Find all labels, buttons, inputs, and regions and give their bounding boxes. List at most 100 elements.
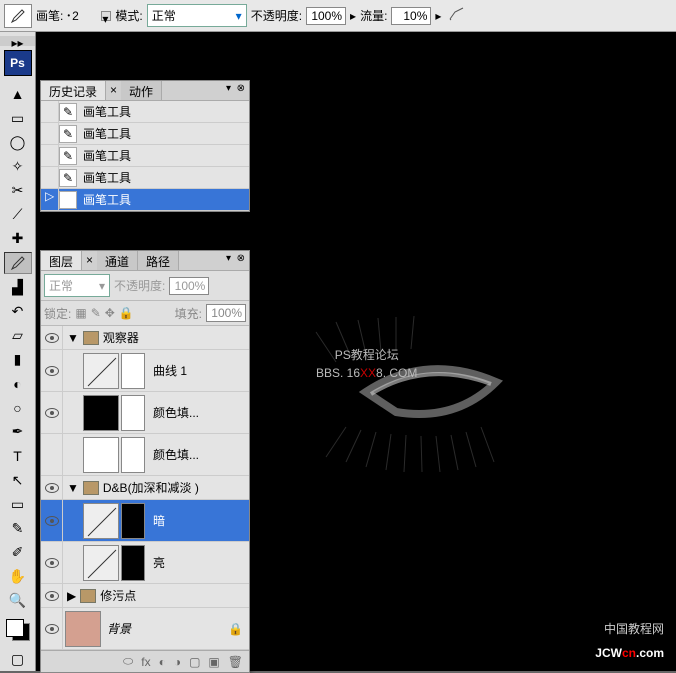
lock-pixels-icon[interactable]: ✎ — [91, 306, 101, 320]
layer-thumbnail[interactable] — [65, 611, 101, 647]
panel-close-icon[interactable]: ⊗ — [237, 83, 245, 94]
group-expand-icon[interactable]: ▼ — [67, 331, 79, 345]
tab-layers[interactable]: 图层 — [41, 251, 82, 270]
layer-mask[interactable] — [121, 353, 145, 389]
airbrush-icon[interactable] — [449, 7, 467, 24]
wand-tool[interactable]: ✧ — [4, 155, 32, 177]
lock-transparent-icon[interactable]: ▦ — [75, 306, 86, 320]
group-expand-icon[interactable]: ▶ — [67, 589, 76, 603]
opacity-input[interactable]: 100% — [306, 7, 346, 25]
delete-icon[interactable]: 🗑 — [228, 655, 243, 669]
layer-group[interactable]: ▼ D&B(加深和减淡 ) — [41, 476, 249, 500]
visibility-toggle[interactable] — [41, 500, 63, 541]
quickmask-tool[interactable]: ▢ — [4, 648, 32, 670]
marquee-tool[interactable]: ▭ — [4, 107, 32, 129]
shape-tool[interactable]: ▭ — [4, 493, 32, 515]
tab-paths[interactable]: 路径 — [138, 251, 179, 270]
layer-row[interactable]: 背景 🔒 — [41, 608, 249, 650]
heal-tool[interactable]: ✚ — [4, 228, 32, 250]
history-item[interactable]: ✎画笔工具 — [41, 101, 249, 123]
layer-row[interactable]: 亮 — [41, 542, 249, 584]
lasso-tool[interactable]: ◯ — [4, 131, 32, 153]
tab-close-x[interactable]: × — [106, 81, 121, 100]
flow-input[interactable]: 10% — [391, 7, 431, 25]
visibility-toggle[interactable] — [41, 608, 63, 649]
color-swatch[interactable] — [6, 619, 30, 641]
layer-mask[interactable] — [121, 437, 145, 473]
visibility-toggle[interactable] — [41, 392, 63, 433]
brush-size-preview[interactable]: • 2 — [67, 9, 97, 23]
layer-mask[interactable] — [121, 395, 145, 431]
panel-close-icon[interactable]: ⊗ — [237, 253, 245, 264]
layer-row[interactable]: 暗 — [41, 500, 249, 542]
blend-mode-select[interactable]: 正常 ▾ — [147, 4, 247, 27]
flow-arrow-icon[interactable]: ▸ — [435, 9, 441, 23]
visibility-toggle[interactable] — [41, 434, 63, 475]
lock-position-icon[interactable]: ✥ — [105, 306, 115, 320]
crop-tool[interactable]: ✂ — [4, 179, 32, 201]
adjustment-icon[interactable]: ◑ — [174, 655, 181, 669]
stamp-tool[interactable]: ▟ — [4, 276, 32, 298]
tab-history[interactable]: 历史记录 — [41, 81, 106, 100]
brush-label: 画笔: — [36, 7, 63, 24]
history-brush-tool[interactable]: ↶ — [4, 300, 32, 322]
group-icon[interactable]: ▢ — [189, 655, 200, 669]
move-tool[interactable]: ▲ — [4, 83, 32, 105]
tab-close-x[interactable]: × — [82, 251, 97, 270]
layer-row[interactable]: 颜色填... — [41, 392, 249, 434]
layer-thumbnail[interactable] — [83, 437, 119, 473]
panel-menu-icon[interactable]: ▾ — [226, 83, 231, 94]
zoom-tool[interactable]: 🔍 — [4, 590, 32, 612]
fx-icon[interactable]: fx — [141, 655, 150, 669]
tools-collapse-icon[interactable]: ▸▸ — [0, 36, 35, 46]
mode-label: 模式: — [115, 7, 142, 24]
visibility-toggle[interactable] — [41, 542, 63, 583]
layer-thumbnail[interactable] — [83, 395, 119, 431]
layer-row[interactable]: 曲线 1 — [41, 350, 249, 392]
layer-row[interactable]: 颜色填... — [41, 434, 249, 476]
history-item[interactable]: ▷✎画笔工具 — [41, 189, 249, 211]
visibility-toggle[interactable] — [41, 476, 63, 499]
layer-blend-select[interactable]: 正常▾ — [44, 274, 110, 297]
history-item[interactable]: ✎画笔工具 — [41, 123, 249, 145]
pen-tool[interactable]: ✒ — [4, 421, 32, 443]
mask-icon[interactable]: ◐ — [159, 655, 166, 669]
link-layers-icon[interactable]: ⬭ — [123, 654, 133, 669]
eraser-tool[interactable]: ▱ — [4, 324, 32, 346]
history-item[interactable]: ✎画笔工具 — [41, 145, 249, 167]
path-tool[interactable]: ↖ — [4, 469, 32, 491]
fill-input[interactable]: 100% — [206, 304, 246, 322]
panel-menu-icon[interactable]: ▾ — [226, 253, 231, 264]
layer-thumbnail[interactable] — [83, 545, 119, 581]
history-item[interactable]: ✎画笔工具 — [41, 167, 249, 189]
layer-name: 背景 — [107, 620, 131, 637]
brush-tool-icon[interactable] — [4, 4, 32, 28]
visibility-toggle[interactable] — [41, 584, 63, 607]
visibility-toggle[interactable] — [41, 350, 63, 391]
layer-mask[interactable] — [121, 503, 145, 539]
lock-all-icon[interactable]: 🔒 — [119, 306, 134, 320]
gradient-tool[interactable]: ▮ — [4, 349, 32, 371]
visibility-toggle[interactable] — [41, 326, 63, 349]
layer-thumbnail[interactable] — [83, 353, 119, 389]
hand-tool[interactable]: ✋ — [4, 566, 32, 588]
group-expand-icon[interactable]: ▼ — [67, 481, 79, 495]
brush-tool[interactable] — [4, 252, 32, 274]
dodge-tool[interactable]: ○ — [4, 397, 32, 419]
notes-tool[interactable]: ✎ — [4, 517, 32, 539]
foreground-color[interactable] — [6, 619, 24, 637]
layer-opacity-input[interactable]: 100% — [169, 277, 209, 295]
layer-thumbnail[interactable] — [83, 503, 119, 539]
eyedropper-tool[interactable]: ✐ — [4, 542, 32, 564]
layer-mask[interactable] — [121, 545, 145, 581]
tab-actions[interactable]: 动作 — [121, 81, 162, 100]
layer-group[interactable]: ▶ 修污点 — [41, 584, 249, 608]
brush-dropdown-icon[interactable]: ▾ — [101, 11, 111, 21]
blur-tool[interactable]: ◐ — [4, 373, 32, 395]
slice-tool[interactable]: ⟋ — [4, 204, 32, 226]
new-layer-icon[interactable]: ▣ — [208, 655, 219, 669]
type-tool[interactable]: T — [4, 445, 32, 467]
opacity-arrow-icon[interactable]: ▸ — [350, 9, 356, 23]
layer-group[interactable]: ▼ 观察器 — [41, 326, 249, 350]
tab-channels[interactable]: 通道 — [97, 251, 138, 270]
